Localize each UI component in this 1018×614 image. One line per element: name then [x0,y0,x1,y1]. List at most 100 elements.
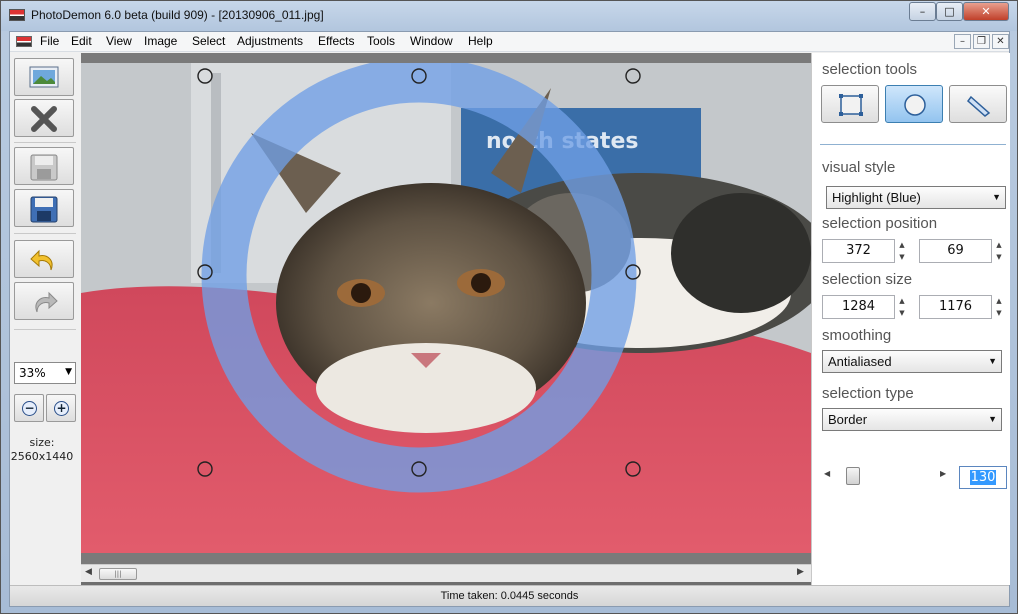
chevron-down-icon: ▼ [992,192,1001,202]
cat-photo: north states [81,53,811,564]
maximize-button[interactable]: □ [936,2,963,21]
status-bar: Time taken: 0.0445 seconds [10,585,1009,606]
close-button[interactable]: ✕ [963,2,1009,21]
undo-button[interactable] [14,240,74,278]
mdi-close-button[interactable]: ✕ [992,34,1009,49]
close-icon [31,106,57,132]
zoom-value: 33% [19,366,46,380]
spin-down-icon[interactable]: ▼ [993,251,1005,263]
redo-button[interactable] [14,282,74,320]
menu-bar: File Edit View Image Select Adjustments … [10,32,1009,52]
scroll-thumb[interactable]: ||| [99,568,137,580]
save-icon [30,154,58,181]
selection-position-label: selection position [822,215,938,232]
selection-options-panel: selection tools visual style Highlight (… [811,53,1010,585]
chevron-down-icon: ▼ [988,356,997,366]
image-canvas[interactable]: north states [81,53,811,585]
left-toolbar: 33% ▼ − + size: 2560x1440 [10,53,80,585]
save-as-icon [30,196,58,223]
title-bar[interactable]: PhotoDemon 6.0 beta (build 909) - [20130… [1,1,1017,31]
minimize-button[interactable]: – [909,2,936,21]
close-image-button[interactable] [14,99,74,137]
scroll-left-icon[interactable]: ◀ [85,567,92,577]
spin-up-icon[interactable]: ▲ [993,239,1005,251]
save-as-button[interactable] [14,189,74,227]
slider-thumb[interactable] [846,467,860,485]
horizontal-scrollbar[interactable]: ◀ ||| ▶ [81,564,811,582]
redo-icon [35,291,58,313]
chevron-down-icon: ▼ [65,367,72,377]
zoom-out-button[interactable]: − [14,394,44,422]
toolbar-divider [14,142,76,143]
selection-type-dropdown[interactable]: Border ▼ [822,408,1002,431]
image-size-info: size: 2560x1440 [10,436,74,464]
panel-divider [820,144,1006,145]
open-image-button[interactable] [14,58,74,96]
window-title: PhotoDemon 6.0 beta (build 909) - [20130… [31,8,324,22]
smoothing-value: Antialiased [828,354,892,369]
zoom-dropdown[interactable]: 33% ▼ [14,362,76,384]
save-button[interactable] [14,147,74,185]
menu-help[interactable]: Help [468,34,493,48]
menu-adjustments[interactable]: Adjustments [237,34,303,48]
position-x-spinner[interactable]: 372 ▲ ▼ [822,239,910,263]
menu-view[interactable]: View [106,34,132,48]
zoom-in-icon: + [54,401,69,416]
menu-image[interactable]: Image [144,34,177,48]
menu-window[interactable]: Window [410,34,453,48]
size-width-spinner[interactable]: 1284 ▲ ▼ [822,295,910,319]
selection-type-label: selection type [822,385,914,402]
mdi-restore-button[interactable]: ❐ [973,34,990,49]
spin-up-icon[interactable]: ▲ [896,295,908,307]
border-width-input[interactable]: 130 [959,466,1007,489]
selection-type-value: Border [828,412,868,427]
undo-icon [30,249,53,271]
spin-down-icon[interactable]: ▼ [896,251,908,263]
size-height-input[interactable]: 1176 [919,295,992,319]
position-y-spinner[interactable]: 69 ▲ ▼ [919,239,1007,263]
menu-effects[interactable]: Effects [318,34,354,48]
smoothing-label: smoothing [822,327,892,344]
visual-style-value: Highlight (Blue) [832,190,921,205]
line-selection-icon [966,95,991,117]
menu-select[interactable]: Select [192,34,225,48]
toolbar-divider [14,329,76,330]
document-icon[interactable] [16,36,32,47]
selection-size-label: selection size [822,271,913,288]
selection-tools-label: selection tools [822,61,918,78]
size-label: size: [29,436,55,449]
mdi-minimize-button[interactable]: – [954,34,971,49]
spin-down-icon[interactable]: ▼ [896,307,908,319]
scroll-right-icon[interactable]: ▶ [797,567,804,577]
menu-edit[interactable]: Edit [71,34,92,48]
smoothing-dropdown[interactable]: Antialiased ▼ [822,350,1002,373]
toolbar-divider [14,233,76,234]
spin-down-icon[interactable]: ▼ [993,307,1005,319]
border-width-slider[interactable]: ◀ ▶ [820,465,950,485]
ellipse-selection-icon [904,94,926,116]
zoom-in-button[interactable]: + [46,394,76,422]
ellipse-select-button[interactable] [885,85,943,123]
spin-up-icon[interactable]: ▲ [993,295,1005,307]
spin-up-icon[interactable]: ▲ [896,239,908,251]
size-value: 2560x1440 [10,450,74,463]
size-height-spinner[interactable]: 1176 ▲ ▼ [919,295,1007,319]
rectangle-selection-icon [839,94,863,116]
size-width-input[interactable]: 1284 [822,295,895,319]
visual-style-label: visual style [822,159,896,176]
position-x-input[interactable]: 372 [822,239,895,263]
chevron-down-icon: ▼ [988,414,997,424]
menu-tools[interactable]: Tools [367,34,395,48]
visual-style-dropdown[interactable]: Highlight (Blue) ▼ [826,186,1006,209]
menu-file[interactable]: File [40,34,59,48]
client-area: File Edit View Image Select Adjustments … [9,31,1010,607]
app-window: PhotoDemon 6.0 beta (build 909) - [20130… [0,0,1018,614]
slider-right-icon[interactable]: ▶ [940,469,946,478]
zoom-out-icon: − [22,401,37,416]
image-icon [29,66,59,88]
slider-left-icon[interactable]: ◀ [824,469,830,478]
app-icon [9,9,25,21]
position-y-input[interactable]: 69 [919,239,992,263]
line-select-button[interactable] [949,85,1007,123]
rectangle-select-button[interactable] [821,85,879,123]
